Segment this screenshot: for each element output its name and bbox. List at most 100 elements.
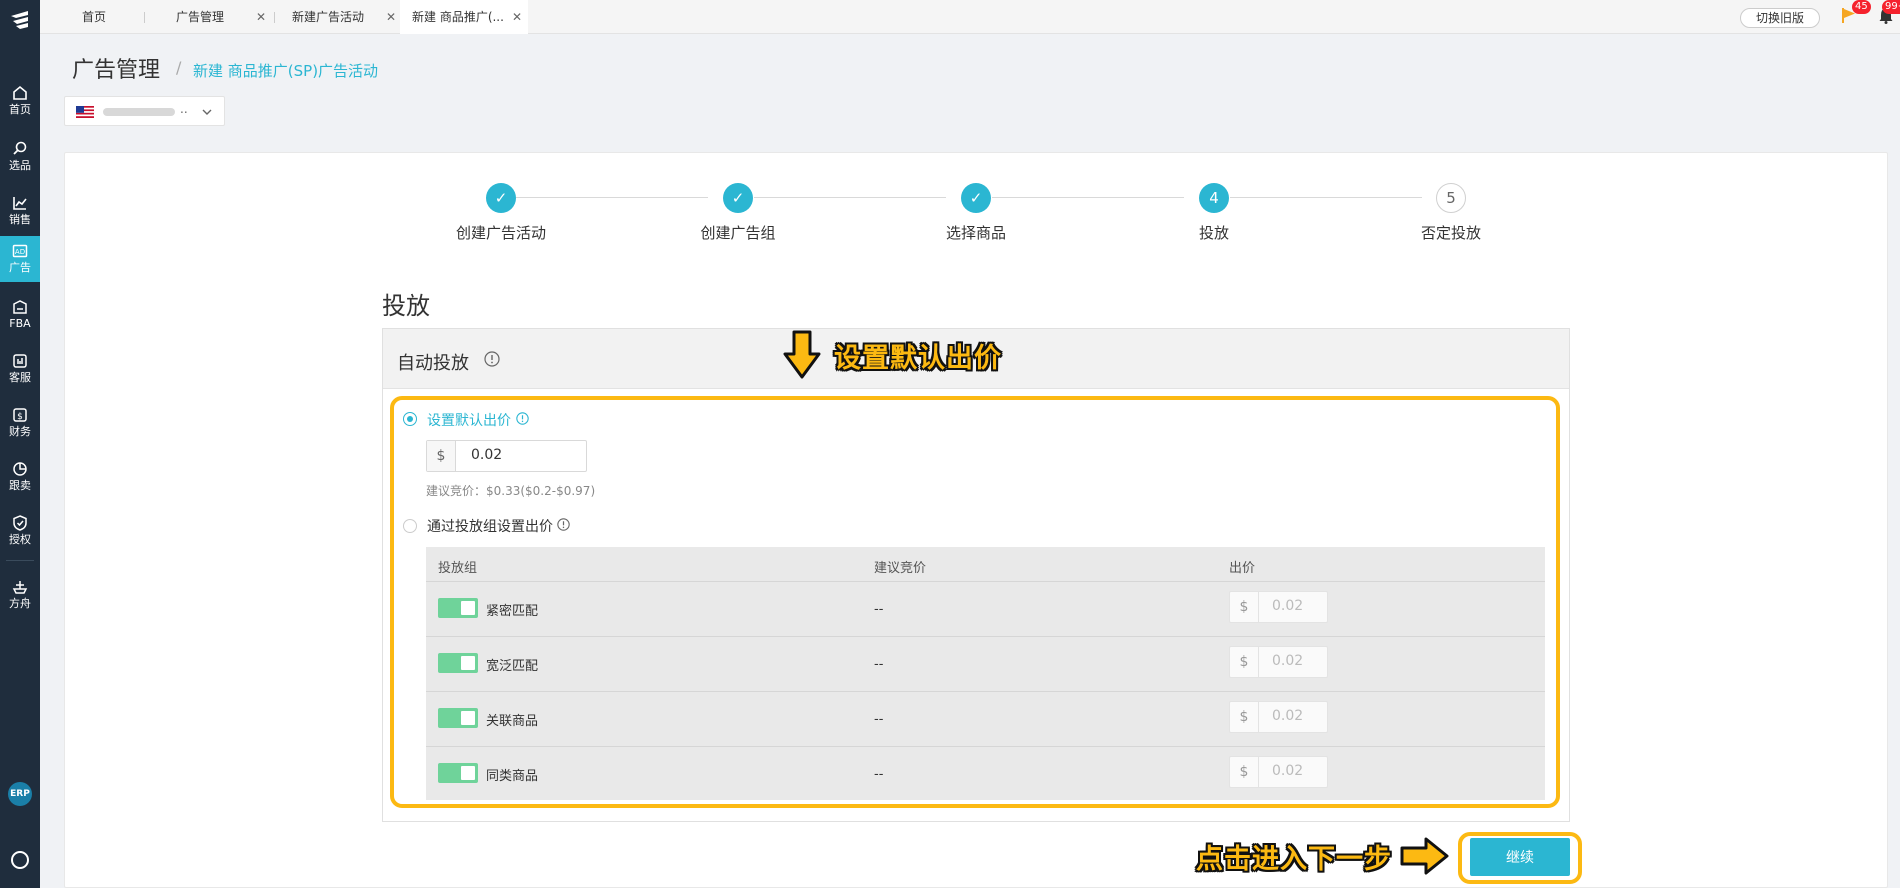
toggle-switch[interactable] [438, 763, 478, 783]
sidebar-item-fba[interactable]: FBA [0, 292, 40, 336]
sidebar-item-sales[interactable]: 销售 [0, 188, 40, 232]
sidebar-item-label: FBA [9, 317, 31, 330]
row-bid-value: 0.02 [1272, 653, 1304, 669]
table-row: 紧密匹配 -- $ 0.02 [426, 581, 1545, 636]
chart-line-icon [13, 197, 27, 210]
tab-bar: 首页 广告管理 ✕ 新建广告活动 ✕ 新建 商品推广(... ✕ 切换旧版 45… [40, 0, 1900, 34]
default-bid-label[interactable]: 设置默认出价 [427, 410, 511, 430]
targeting-group-table: 投放组 建议竞价 出价 紧密匹配 -- $ 0.02 宽泛匹配 -- $ 0.0… [426, 547, 1545, 800]
sidebar-item-label: 首页 [9, 103, 31, 116]
breadcrumb-separator: / [176, 58, 182, 77]
sidebar-item-service[interactable]: 客服 [0, 346, 40, 390]
finance-icon: $ [13, 408, 27, 422]
service-icon [13, 354, 27, 368]
us-flag-icon [76, 106, 94, 118]
sidebar-item-label: 选品 [9, 159, 31, 172]
tab-divider [274, 12, 275, 23]
erp-button[interactable]: ERP [8, 782, 32, 806]
sidebar-item-selection[interactable]: 选品 [0, 134, 40, 178]
sidebar-item-label: 广告 [9, 261, 31, 274]
currency-prefix: $ [427, 441, 456, 471]
row-group-name: 同类商品 [486, 769, 539, 784]
tab-new-campaign[interactable]: 新建广告活动 ✕ [292, 0, 396, 34]
step-connector [754, 197, 946, 198]
close-icon[interactable]: ✕ [386, 0, 396, 34]
step-4-current: 4 [1199, 183, 1229, 213]
info-icon[interactable] [516, 412, 529, 425]
step-3-done-icon: ✓ [961, 183, 991, 213]
step-5-pending: 5 [1436, 183, 1466, 213]
info-icon[interactable] [557, 518, 570, 531]
table-header-suggested-bid: 建议竞价 [874, 561, 927, 576]
toggle-switch[interactable] [438, 598, 478, 618]
row-suggested-bid: -- [874, 712, 884, 727]
sidebar-item-label: 客服 [9, 371, 31, 384]
row-bid-input[interactable]: $ 0.02 [1229, 756, 1328, 788]
group-bid-radio[interactable] [403, 519, 417, 533]
row-bid-input[interactable]: $ 0.02 [1229, 591, 1328, 623]
step-1-done-icon: ✓ [486, 183, 516, 213]
sidebar-item-label: 授权 [9, 533, 31, 546]
breadcrumb-current[interactable]: 新建 商品推广(SP)广告活动 [193, 60, 378, 81]
sidebar-item-home[interactable]: 首页 [0, 78, 40, 122]
toggle-switch[interactable] [438, 708, 478, 728]
step-label-negative-targeting: 否定投放 [1420, 224, 1481, 242]
store-selector[interactable]: .. [64, 96, 225, 126]
row-bid-value: 0.02 [1272, 598, 1304, 614]
sidebar: 首页 选品 销售 AD 广告 FBA 客服 $ 财务 跟卖 授权 方舟 ERP [0, 0, 40, 888]
ark-icon [12, 581, 28, 594]
row-group-name: 紧密匹配 [486, 604, 539, 619]
continue-button[interactable]: 继续 [1470, 838, 1570, 876]
currency-prefix: $ [1230, 647, 1259, 677]
tab-label: 新建广告活动 [292, 10, 365, 24]
step-label-targeting: 投放 [1198, 224, 1229, 242]
tab-new-sp-campaign[interactable]: 新建 商品推广(... ✕ [400, 0, 528, 34]
tab-ad-management[interactable]: 广告管理 ✕ [176, 0, 272, 34]
step-label-select-products: 选择商品 [945, 224, 1006, 242]
fba-icon [13, 300, 27, 314]
sidebar-item-follow-sell[interactable]: 跟卖 [0, 454, 40, 498]
step-connector [1230, 197, 1422, 198]
row-bid-input[interactable]: $ 0.02 [1229, 646, 1328, 678]
search-icon [13, 141, 27, 155]
table-header-group: 投放组 [438, 561, 478, 576]
info-icon[interactable] [484, 351, 500, 367]
logo-icon [11, 11, 28, 29]
switch-old-version-button[interactable]: 切换旧版 [1740, 8, 1820, 28]
tab-label: 首页 [82, 10, 107, 24]
default-bid-value[interactable]: 0.02 [471, 447, 502, 463]
notification-badge: 45 [1852, 0, 1871, 14]
sidebar-item-finance[interactable]: $ 财务 [0, 400, 40, 444]
default-bid-radio[interactable] [403, 412, 417, 426]
tab-home[interactable]: 首页 [82, 0, 182, 34]
sidebar-item-ads[interactable]: AD 广告 [0, 236, 40, 282]
table-row: 关联商品 -- $ 0.02 [426, 691, 1545, 746]
tab-label: 新建 商品推广(... [412, 10, 504, 24]
group-bid-label[interactable]: 通过投放组设置出价 [427, 516, 553, 536]
step-connector [992, 197, 1184, 198]
close-icon[interactable]: ✕ [512, 0, 522, 34]
row-bid-value: 0.02 [1272, 708, 1304, 724]
row-bid-input[interactable]: $ 0.02 [1229, 701, 1328, 733]
tab-label: 广告管理 [176, 10, 225, 24]
close-icon[interactable]: ✕ [256, 0, 266, 34]
toggle-switch[interactable] [438, 653, 478, 673]
arrow-right-icon [1400, 837, 1449, 875]
sidebar-item-label: 销售 [9, 213, 31, 226]
row-suggested-bid: -- [874, 767, 884, 782]
step-connector [516, 197, 708, 198]
annotation-set-default-bid: 设置默认出价 [834, 343, 1002, 374]
row-suggested-bid: -- [874, 602, 884, 617]
sidebar-item-ark[interactable]: 方舟 [0, 572, 40, 616]
arrow-down-icon [783, 330, 821, 379]
sidebar-item-label: 跟卖 [9, 479, 31, 492]
sidebar-item-auth[interactable]: 授权 [0, 508, 40, 552]
panel-title: 自动投放 [397, 353, 469, 374]
row-group-name: 宽泛匹配 [486, 659, 539, 674]
default-bid-input[interactable]: $ 0.02 [426, 440, 587, 472]
table-row: 宽泛匹配 -- $ 0.02 [426, 636, 1545, 691]
store-name-blurred [103, 108, 175, 116]
tab-divider [144, 12, 145, 23]
user-icon[interactable] [11, 851, 29, 869]
table-header-bid: 出价 [1229, 561, 1256, 576]
